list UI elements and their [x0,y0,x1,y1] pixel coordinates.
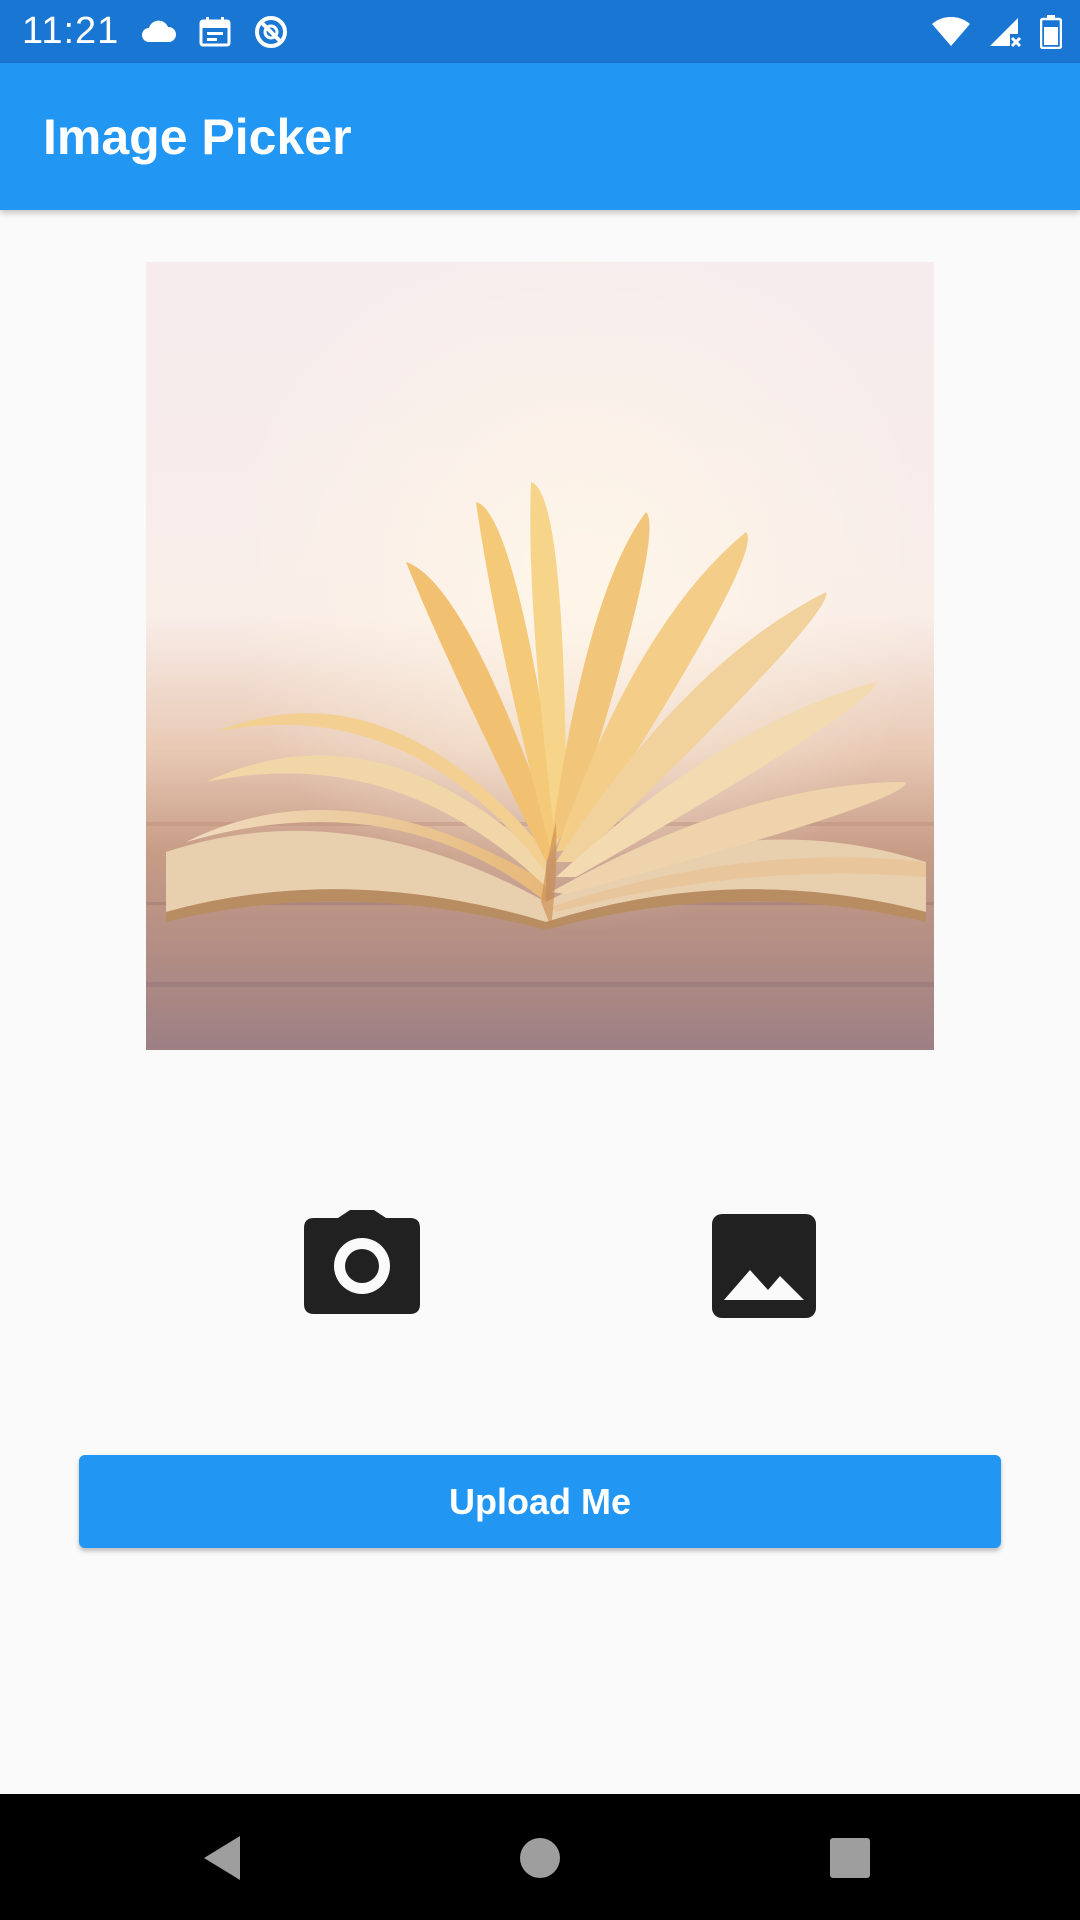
app-bar: Image Picker [0,63,1080,210]
picked-image [146,262,934,1050]
sync-disabled-icon [253,14,289,50]
calendar-icon [199,16,231,47]
nav-bar [0,1794,1080,1920]
wifi-icon [932,16,970,47]
status-bar: 11:21 [0,0,1080,63]
status-left: 11:21 [22,10,289,53]
recents-icon[interactable] [820,1828,880,1888]
screen: 11:21 Image Picker Upload Me [0,0,1080,1920]
cloud-icon [141,20,177,44]
battery-icon [1040,14,1062,49]
home-icon[interactable] [510,1828,570,1888]
back-icon[interactable] [196,1828,256,1888]
upload-button[interactable]: Upload Me [79,1455,1001,1548]
status-right [932,14,1062,49]
status-time: 11:21 [22,10,120,52]
camera-icon[interactable] [304,1210,420,1314]
cell-signal-icon [988,16,1022,48]
image-icon[interactable] [712,1214,816,1318]
app-title: Image Picker [43,108,352,165]
